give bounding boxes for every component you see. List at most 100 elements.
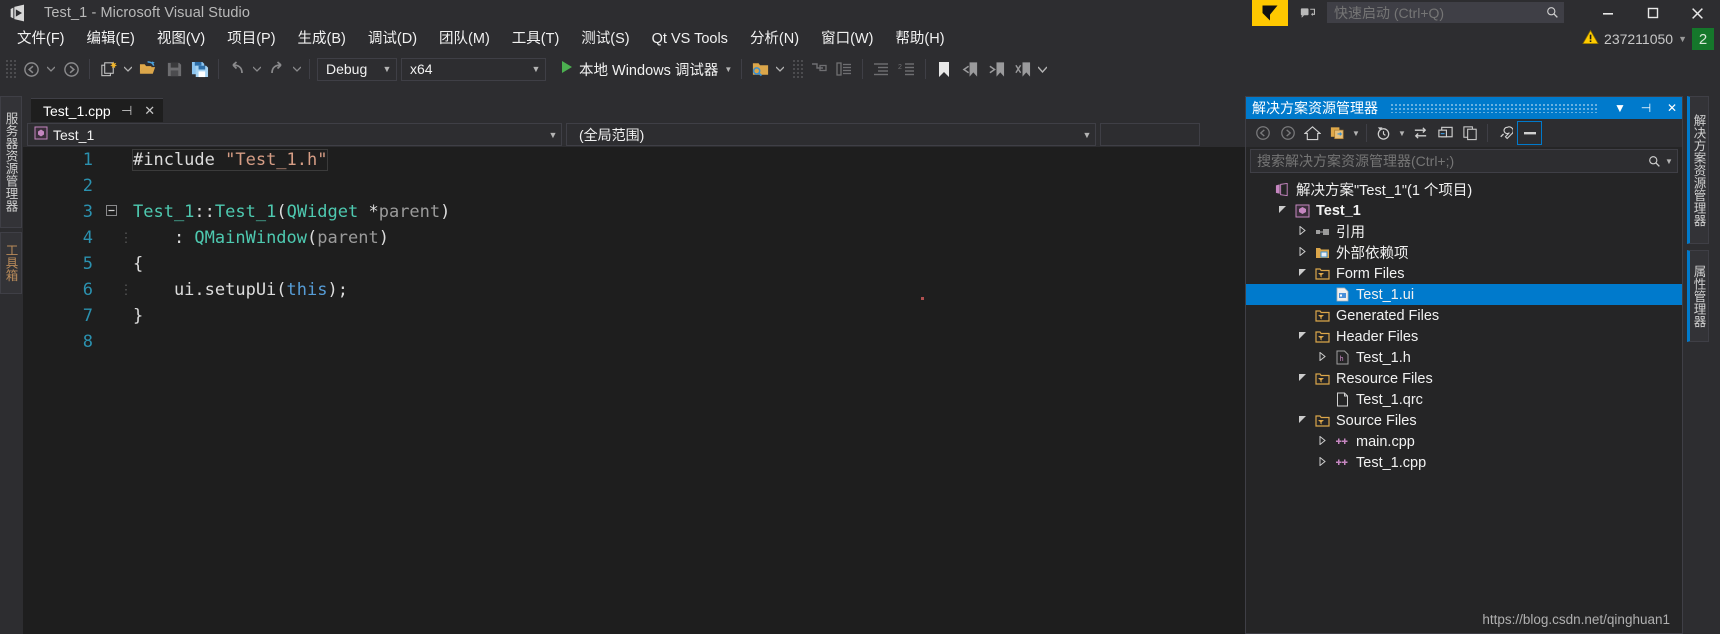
navigation-type-combo[interactable]: Test_1 ▼ — [27, 123, 562, 146]
start-debugging-button[interactable]: 本地 Windows 调试器 ▼ — [556, 57, 736, 81]
chevron-down-icon[interactable]: ▼ — [724, 65, 732, 74]
fold-toggle-icon[interactable] — [103, 204, 119, 220]
sync-with-active-document-icon[interactable] — [1325, 121, 1350, 145]
chevron-down-icon[interactable]: ▼ — [1665, 157, 1677, 166]
pending-changes-filter-icon[interactable] — [1371, 121, 1396, 145]
tree-item-generated-files[interactable]: Generated Files — [1246, 305, 1682, 326]
minimize-button[interactable] — [1585, 0, 1630, 26]
sidebar-tab-solution-explorer[interactable]: 解决方案资源管理器 — [1687, 96, 1709, 244]
home-icon[interactable] — [1300, 121, 1325, 145]
refresh-icon[interactable] — [1408, 121, 1433, 145]
tree-item-test_1.ui[interactable]: Test_1.ui — [1246, 284, 1682, 305]
feedback-icon[interactable] — [1297, 3, 1319, 23]
tree-item-test_1[interactable]: Test_1 — [1246, 200, 1682, 221]
save-all-icon[interactable] — [187, 57, 213, 81]
menu-item-tools[interactable]: 工具(T) — [501, 27, 571, 51]
close-icon[interactable]: ✕ — [1662, 101, 1682, 115]
menu-item-team[interactable]: 团队(M) — [428, 27, 501, 51]
indent-icon[interactable] — [868, 57, 894, 81]
menu-item-qt-vs-tools[interactable]: Qt VS Tools — [641, 27, 739, 51]
collapse-all-icon[interactable] — [1433, 121, 1458, 145]
code-line[interactable]: 1 #include "Test_1.h" — [23, 147, 1245, 173]
sync-caret-icon[interactable]: ▼ — [1350, 121, 1362, 145]
quick-launch-input[interactable] — [1328, 4, 1541, 21]
code-line[interactable]: 6 ⋮ ui.setupUi(this); — [23, 277, 1245, 303]
panel-drag-handle[interactable] — [1390, 103, 1598, 113]
menu-item-analyze[interactable]: 分析(N) — [739, 27, 810, 51]
code-line[interactable]: 7} — [23, 303, 1245, 329]
navigation-member-combo[interactable]: (全局范围) ▼ — [566, 123, 1096, 146]
expand-collapse-closed-icon[interactable] — [1312, 351, 1332, 363]
configuration-combo[interactable]: Debug ▼ — [317, 57, 397, 81]
tree-item-main.cpp[interactable]: main.cpp — [1246, 431, 1682, 452]
menu-item-file[interactable]: 文件(F) — [6, 27, 76, 51]
preview-selected-items-icon[interactable] — [1517, 121, 1542, 145]
navigate-back-icon[interactable] — [18, 57, 44, 81]
open-file-icon[interactable] — [135, 57, 161, 81]
expand-collapse-closed-icon[interactable] — [1312, 456, 1332, 468]
code-line[interactable]: 4 ⋮ : QMainWindow(parent) — [23, 225, 1245, 251]
expand-collapse-open-icon[interactable] — [1272, 205, 1292, 216]
new-project-icon[interactable] — [95, 57, 121, 81]
chevron-down-icon[interactable]: ▼ — [378, 64, 396, 74]
undo-caret-icon[interactable] — [250, 57, 264, 81]
next-bookmark-icon[interactable] — [983, 57, 1009, 81]
platform-combo[interactable]: x64 ▼ — [401, 57, 546, 81]
menu-item-project[interactable]: 项目(P) — [216, 27, 286, 51]
toolbar-grip[interactable] — [4, 58, 16, 80]
filter-caret-icon[interactable]: ▼ — [1396, 121, 1408, 145]
tree-item-test_1.cpp[interactable]: Test_1.cpp — [1246, 452, 1682, 473]
toolbar-grip-2[interactable] — [791, 58, 804, 80]
expand-collapse-open-icon[interactable] — [1292, 373, 1312, 384]
chevron-down-icon[interactable]: ▼ — [545, 130, 561, 140]
code-line[interactable]: 3 Test_1::Test_1(QWidget *parent) — [23, 199, 1245, 225]
menu-item-help[interactable]: 帮助(H) — [884, 27, 955, 51]
redo-icon[interactable] — [264, 57, 290, 81]
expand-collapse-closed-icon[interactable] — [1292, 246, 1312, 258]
chevron-down-icon[interactable]: ▼ — [1610, 101, 1630, 115]
solution-explorer-search-input[interactable] — [1251, 153, 1643, 169]
redo-caret-icon[interactable] — [290, 57, 304, 81]
tree-item--[interactable]: 外部依赖项 — [1246, 242, 1682, 263]
properties-icon[interactable] — [1492, 121, 1517, 145]
clear-bookmarks-icon[interactable] — [1009, 57, 1035, 81]
expand-collapse-open-icon[interactable] — [1292, 415, 1312, 426]
tree-item-form-files[interactable]: Form Files — [1246, 263, 1682, 284]
chevron-down-icon[interactable]: ▼ — [1678, 34, 1687, 44]
navigate-forward-icon[interactable] — [58, 57, 84, 81]
search-icon[interactable] — [1541, 6, 1563, 19]
menu-item-window[interactable]: 窗口(W) — [810, 27, 884, 51]
show-all-files-icon[interactable] — [1458, 121, 1483, 145]
forward-icon[interactable] — [1275, 121, 1300, 145]
find-caret-icon[interactable] — [773, 57, 787, 81]
menu-item-test[interactable]: 测试(S) — [570, 27, 640, 51]
tree-item-test_1.h[interactable]: h Test_1.h — [1246, 347, 1682, 368]
step-over-icon[interactable] — [831, 57, 857, 81]
search-icon[interactable] — [1643, 155, 1665, 168]
menu-item-debug[interactable]: 调试(D) — [357, 27, 428, 51]
code-line[interactable]: 8 — [23, 329, 1245, 355]
new-project-caret-icon[interactable] — [121, 57, 135, 81]
tree-item--test_1-1-[interactable]: 解决方案"Test_1"(1 个项目) — [1246, 179, 1682, 200]
menu-item-view[interactable]: 视图(V) — [146, 27, 216, 51]
navigation-extra-combo[interactable] — [1100, 123, 1200, 146]
find-in-files-icon[interactable] — [747, 57, 773, 81]
code-editor[interactable]: 1 #include "Test_1.h" 2 3 Test_1::Test_1(QWi… — [23, 147, 1245, 634]
solution-explorer-tree[interactable]: 解决方案"Test_1"(1 个项目) Test_1 引用 外部依赖项 Form Fil… — [1246, 173, 1682, 623]
menu-item-build[interactable]: 生成(B) — [287, 27, 357, 51]
pin-icon[interactable]: ⊣ — [1636, 101, 1656, 115]
tree-item-test_1.qrc[interactable]: Test_1.qrc — [1246, 389, 1682, 410]
tree-item-header-files[interactable]: Header Files — [1246, 326, 1682, 347]
outdent-icon[interactable]: 2 — [894, 57, 920, 81]
sidebar-tab-server-explorer[interactable]: 服务器资源管理器 — [0, 96, 22, 228]
maximize-button[interactable] — [1630, 0, 1675, 26]
previous-bookmark-icon[interactable] — [957, 57, 983, 81]
chevron-down-icon[interactable]: ▼ — [527, 64, 545, 74]
quick-launch-box[interactable] — [1327, 2, 1564, 23]
code-line[interactable]: 5{ — [23, 251, 1245, 277]
tree-item-resource-files[interactable]: Resource Files — [1246, 368, 1682, 389]
expand-collapse-open-icon[interactable] — [1292, 331, 1312, 342]
tree-item-source-files[interactable]: Source Files — [1246, 410, 1682, 431]
save-icon[interactable] — [161, 57, 187, 81]
sidebar-tab-property-manager[interactable]: 属性管理器 — [1687, 250, 1709, 342]
